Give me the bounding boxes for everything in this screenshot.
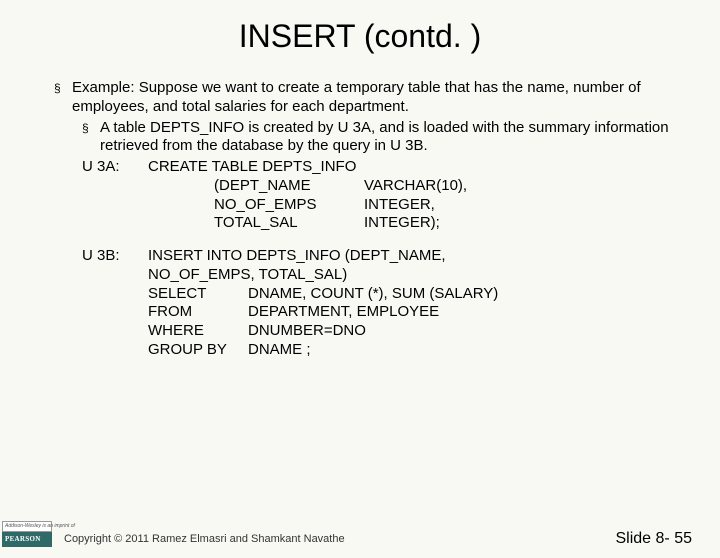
u3b-block: U 3B: INSERT INTO DEPTS_INFO (DEPT_NAME,… xyxy=(54,247,684,360)
col-name: NO_OF_EMPS xyxy=(214,196,364,215)
u3a-col-2: TOTAL_SAL INTEGER); xyxy=(82,214,684,233)
u3a-col-1: NO_OF_EMPS INTEGER, xyxy=(82,196,684,215)
u3b-row-0: SELECT DNAME, COUNT (*), SUM (SALARY) xyxy=(82,285,684,304)
main-bullet: § Example: Suppose we want to create a t… xyxy=(54,79,684,117)
u3a-create: CREATE TABLE DEPTS_INFO xyxy=(148,158,356,177)
publisher-logo: Addison-Wesley is an imprint of PEARSON xyxy=(2,521,52,557)
u3a-col-0: (DEPT_NAME VARCHAR(10), xyxy=(82,177,684,196)
sql-keyword: FROM xyxy=(148,303,248,322)
u3b-insert-1: INSERT INTO DEPTS_INFO (DEPT_NAME, xyxy=(148,247,446,266)
sql-keyword: WHERE xyxy=(148,322,248,341)
slide-content: § Example: Suppose we want to create a t… xyxy=(0,79,720,360)
bullet-icon: § xyxy=(54,79,72,96)
u3b-row-3: GROUP BY DNAME ; xyxy=(82,341,684,360)
u3a-block: U 3A: CREATE TABLE DEPTS_INFO (DEPT_NAME… xyxy=(54,158,684,233)
u3b-insert-2: NO_OF_EMPS, TOTAL_SAL) xyxy=(82,266,684,285)
sql-value: DEPARTMENT, EMPLOYEE xyxy=(248,303,684,322)
sql-keyword: GROUP BY xyxy=(148,341,248,360)
col-type: INTEGER); xyxy=(364,214,440,233)
sub-point-text: A table DEPTS_INFO is created by U 3A, a… xyxy=(100,119,684,157)
copyright-text: Copyright © 2011 Ramez Elmasri and Shamk… xyxy=(64,533,345,545)
sql-keyword: SELECT xyxy=(148,285,248,304)
u3b-row-1: FROM DEPARTMENT, EMPLOYEE xyxy=(82,303,684,322)
logo-imprint-text: Addison-Wesley is an imprint of xyxy=(2,521,52,532)
slide-number: Slide 8- 55 xyxy=(616,530,693,548)
u3a-header: U 3A: CREATE TABLE DEPTS_INFO xyxy=(82,158,684,177)
u3a-label: U 3A: xyxy=(82,158,148,177)
col-name: TOTAL_SAL xyxy=(214,214,364,233)
sub-bullet: § A table DEPTS_INFO is created by U 3A,… xyxy=(54,119,684,157)
u3b-label: U 3B: xyxy=(82,247,148,266)
col-type: INTEGER, xyxy=(364,196,435,215)
bullet-icon: § xyxy=(82,119,100,136)
sql-value: DNUMBER=DNO xyxy=(248,322,684,341)
u3b-header: U 3B: INSERT INTO DEPTS_INFO (DEPT_NAME, xyxy=(82,247,684,266)
sql-value: DNAME, COUNT (*), SUM (SALARY) xyxy=(248,285,684,304)
col-name: (DEPT_NAME xyxy=(214,177,364,196)
example-intro-text: Example: Suppose we want to create a tem… xyxy=(72,79,684,117)
footer: Addison-Wesley is an imprint of PEARSON … xyxy=(0,520,720,558)
u3b-row-2: WHERE DNUMBER=DNO xyxy=(82,322,684,341)
col-type: VARCHAR(10), xyxy=(364,177,467,196)
slide-title: INSERT (contd. ) xyxy=(0,18,720,55)
sql-value: DNAME ; xyxy=(248,341,684,360)
